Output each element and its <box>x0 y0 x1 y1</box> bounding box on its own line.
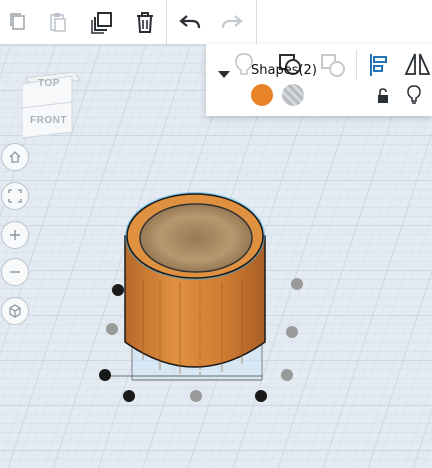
duplicate-button[interactable] <box>84 4 120 40</box>
view-cube-front-label[interactable]: FRONT <box>30 115 67 126</box>
toolbar-separator <box>256 0 257 44</box>
home-icon <box>9 151 21 163</box>
copy-button[interactable] <box>0 4 36 40</box>
trash-icon <box>137 12 153 33</box>
view-cube-top-label[interactable]: TOP <box>38 78 60 89</box>
collapse-arrow-icon[interactable] <box>218 71 230 79</box>
hole-swatch[interactable] <box>282 84 304 106</box>
visibility-bulb-icon[interactable] <box>406 84 422 106</box>
minus-icon <box>10 271 20 273</box>
clipboard-icon <box>50 13 66 32</box>
cube-perspective-icon <box>9 304 21 318</box>
shape-inspector: Shapes(2) <box>206 44 432 116</box>
zoom-in-button[interactable] <box>1 221 29 249</box>
top-toolbar <box>0 0 432 45</box>
plus-icon <box>10 230 20 240</box>
ungroup-icon[interactable] <box>320 52 346 78</box>
duplicate-icon <box>91 12 112 34</box>
copy-icon <box>10 13 25 30</box>
lock-icon[interactable] <box>376 88 390 104</box>
undo-icon <box>179 15 201 29</box>
fit-view-button[interactable] <box>1 182 29 210</box>
redo-icon <box>221 15 243 29</box>
inspector-separator <box>356 50 357 80</box>
cylinder-shape[interactable] <box>124 192 266 375</box>
inspector-title: Shapes(2) <box>251 63 317 78</box>
perspective-button[interactable] <box>1 297 29 325</box>
paste-button[interactable] <box>40 4 76 40</box>
align-icon[interactable] <box>368 52 390 78</box>
undo-button[interactable] <box>172 4 208 40</box>
solid-color-swatch[interactable] <box>251 84 273 106</box>
home-view-button[interactable] <box>1 143 29 171</box>
zoom-out-button[interactable] <box>1 258 29 286</box>
view-cube[interactable]: TOP FRONT <box>21 71 82 147</box>
redo-button[interactable] <box>214 4 250 40</box>
fit-icon <box>8 189 22 203</box>
toolbar-separator <box>166 0 167 44</box>
mirror-icon[interactable] <box>404 52 432 78</box>
delete-button[interactable] <box>127 4 163 40</box>
